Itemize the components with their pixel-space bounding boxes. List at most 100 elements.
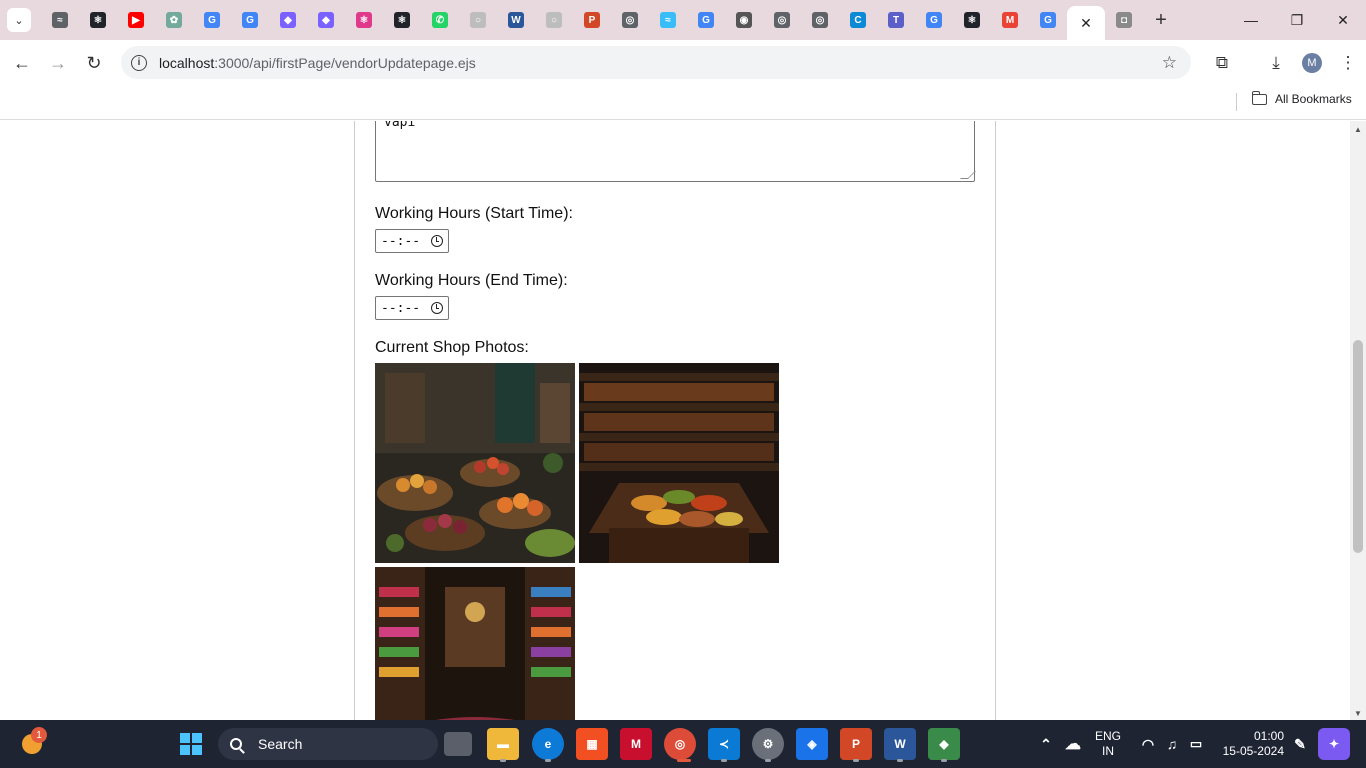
clock-icon[interactable]: [431, 302, 443, 314]
tab-10[interactable]: ✆: [421, 0, 459, 40]
tab-12[interactable]: W: [497, 0, 535, 40]
tab-icon-powerpoint: P: [584, 12, 600, 28]
tab-active[interactable]: ✕: [1067, 6, 1105, 40]
scrollbar-thumb[interactable]: [1353, 340, 1363, 553]
git-icon[interactable]: ◆: [928, 728, 960, 760]
tab-icon-google: G: [698, 12, 714, 28]
tab-icon-github: ◉: [736, 12, 752, 28]
address-bar[interactable]: i localhost:3000/api/firstPage/vendorUpd…: [121, 46, 1191, 79]
tab-6[interactable]: ◆: [269, 0, 307, 40]
input-language[interactable]: ENG IN: [1095, 729, 1121, 759]
tab-23[interactable]: G: [915, 0, 953, 40]
forward-button[interactable]: →: [40, 45, 76, 81]
tab-21[interactable]: C: [839, 0, 877, 40]
url-text: localhost:3000/api/firstPage/vendorUpdat…: [159, 54, 476, 71]
notification-badge: 1: [31, 727, 47, 743]
settings-gear-icon[interactable]: ⚙: [752, 728, 784, 760]
tab-2[interactable]: ▶: [117, 0, 155, 40]
store-icon[interactable]: ▦: [576, 728, 608, 760]
end-time-value: --:--: [381, 300, 421, 316]
page-scrollbar[interactable]: ▲ ▼: [1350, 121, 1366, 720]
edge-icon[interactable]: e: [532, 728, 564, 760]
shop-photo-1: [375, 363, 575, 563]
powerpoint-icon[interactable]: P: [840, 728, 872, 760]
word-icon[interactable]: W: [884, 728, 916, 760]
tab-16[interactable]: ≈: [649, 0, 687, 40]
tab-25[interactable]: M: [991, 0, 1029, 40]
tab-14[interactable]: P: [573, 0, 611, 40]
minimize-button[interactable]: —: [1228, 0, 1274, 40]
download-icon[interactable]: ⤓: [1258, 45, 1294, 81]
tab-icon-generic: ○: [546, 12, 562, 28]
back-button[interactable]: ←: [4, 45, 40, 81]
tab-icon-generic: ○: [470, 12, 486, 28]
tab-24[interactable]: ⚛: [953, 0, 991, 40]
tab-7[interactable]: ◆: [307, 0, 345, 40]
tab-22[interactable]: T: [877, 0, 915, 40]
tab-icon-copilot: ◆: [280, 12, 296, 28]
tab-icon-generic: ≈: [52, 12, 68, 28]
tab-26[interactable]: G: [1029, 0, 1067, 40]
clock-icon[interactable]: [431, 235, 443, 247]
scroll-up-arrow-icon[interactable]: ▲: [1354, 125, 1362, 134]
reload-button[interactable]: ↻: [76, 45, 112, 81]
tab-13[interactable]: ○: [535, 0, 573, 40]
tab-20[interactable]: ◎: [801, 0, 839, 40]
copilot-icon[interactable]: ✦: [1318, 728, 1350, 760]
close-tab-icon[interactable]: ✕: [1080, 15, 1092, 32]
tab-0[interactable]: ≈: [41, 0, 79, 40]
tab-icon-teams: T: [888, 12, 904, 28]
system-clock[interactable]: 01:00 15-05-2024: [1222, 729, 1284, 759]
tab-19[interactable]: ◎: [763, 0, 801, 40]
onedrive-cloud-icon[interactable]: ☁: [1057, 728, 1089, 760]
end-time-input[interactable]: --:--: [375, 296, 449, 320]
description-textarea[interactable]: vapi: [375, 121, 976, 182]
new-tab-button[interactable]: +: [1147, 6, 1175, 34]
close-window-button[interactable]: ✕: [1320, 0, 1366, 40]
tab-3[interactable]: ✿: [155, 0, 193, 40]
tab-icon-react: ⚛: [356, 12, 372, 28]
mcafee-icon[interactable]: M: [620, 728, 652, 760]
all-bookmarks-button[interactable]: All Bookmarks: [1251, 90, 1352, 106]
tab-17[interactable]: G: [687, 0, 725, 40]
bookmark-star-icon[interactable]: ☆: [1162, 53, 1177, 73]
tab-4[interactable]: G: [193, 0, 231, 40]
photos-label: Current Shop Photos:: [375, 339, 529, 356]
tab-5[interactable]: G: [231, 0, 269, 40]
battery-icon[interactable]: ▭: [1180, 728, 1212, 760]
start-time-input[interactable]: --:--: [375, 229, 449, 253]
vscode-icon[interactable]: ≺: [708, 728, 740, 760]
tab-icon-whatsapp: ✆: [432, 12, 448, 28]
textarea-value: vapi: [384, 121, 416, 130]
tab-8[interactable]: ⚛: [345, 0, 383, 40]
defender-shield-icon[interactable]: ◈: [796, 728, 828, 760]
site-info-icon[interactable]: i: [131, 54, 147, 71]
profile-button[interactable]: M: [1294, 45, 1330, 81]
chrome-icon[interactable]: ◎: [664, 728, 696, 760]
resize-handle-icon[interactable]: [960, 171, 976, 179]
tab-18[interactable]: ◉: [725, 0, 763, 40]
tab-search-button[interactable]: ⌄: [7, 8, 31, 32]
running-indicator: [765, 759, 771, 762]
notification-bell-icon[interactable]: ✎: [1284, 728, 1316, 760]
tab-icon-chrome: ◎: [774, 12, 790, 28]
file-explorer-icon[interactable]: ▬: [487, 728, 519, 760]
tab-icon-google: G: [1040, 12, 1056, 28]
extensions-icon[interactable]: ⧉: [1204, 45, 1240, 81]
restore-button[interactable]: ❐: [1274, 0, 1320, 40]
taskbar-search-box[interactable]: Search: [218, 728, 438, 760]
tab-9[interactable]: ⚛: [383, 0, 421, 40]
bookmarks-separator: [1236, 93, 1237, 111]
tab-11[interactable]: ○: [459, 0, 497, 40]
scroll-down-arrow-icon[interactable]: ▼: [1354, 709, 1362, 718]
tab-camera[interactable]: ◘: [1105, 0, 1143, 40]
task-view-icon[interactable]: [444, 732, 472, 756]
start-time-value: --:--: [381, 233, 421, 249]
tab-15[interactable]: ◎: [611, 0, 649, 40]
tab-1[interactable]: ⚛: [79, 0, 117, 40]
running-indicator: [721, 759, 727, 762]
window-controls: — ❐ ✕: [1228, 0, 1366, 40]
camera-icon: ◘: [1116, 12, 1132, 28]
start-button-icon[interactable]: [175, 728, 207, 760]
menu-kebab-icon[interactable]: ⋮: [1330, 45, 1366, 81]
